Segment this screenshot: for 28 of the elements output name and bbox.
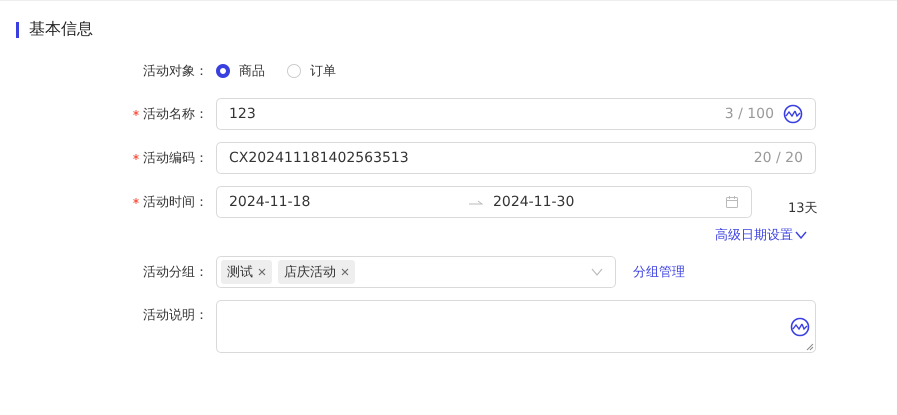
start-date: 2024-11-18: [229, 194, 312, 210]
dropdown-chevron-icon: [591, 268, 603, 276]
group-tag: 测试: [221, 260, 272, 284]
advanced-date-link[interactable]: 高级日期设置: [715, 226, 807, 244]
calendar-icon: [725, 195, 739, 209]
section-accent-bar: [16, 22, 19, 38]
name-input-field[interactable]: 123 3 / 100: [216, 98, 816, 130]
radio-option[interactable]: 订单: [287, 62, 336, 80]
field-label: 活动说明：: [143, 307, 208, 324]
end-date: 2024-11-30: [493, 194, 574, 210]
code-input-field[interactable]: CX202411181402563513 20 / 20: [216, 142, 816, 174]
resize-handle-icon[interactable]: [806, 343, 814, 351]
close-icon[interactable]: [341, 268, 349, 276]
group-select-field[interactable]: 测试 店庆活动: [216, 256, 616, 288]
field-label: 活动对象：: [143, 63, 208, 80]
group-tag: 店庆活动: [278, 260, 355, 284]
character-count: 20 / 20: [754, 150, 803, 166]
group-manage-link[interactable]: 分组管理: [633, 263, 685, 281]
day-count: 13天: [788, 200, 818, 217]
field-label: 活动分组：: [143, 264, 208, 281]
section-title: 基本信息: [29, 19, 93, 40]
field-label: 活动名称：: [143, 106, 208, 123]
field-label: 活动时间：: [143, 194, 208, 211]
close-icon[interactable]: [258, 268, 266, 276]
character-count: 3 / 100: [724, 106, 774, 122]
date-range-field[interactable]: 2024-11-18 2024-11-30: [216, 186, 752, 218]
radio-option[interactable]: 商品: [216, 62, 265, 80]
field-label: 活动编码：: [143, 150, 208, 167]
